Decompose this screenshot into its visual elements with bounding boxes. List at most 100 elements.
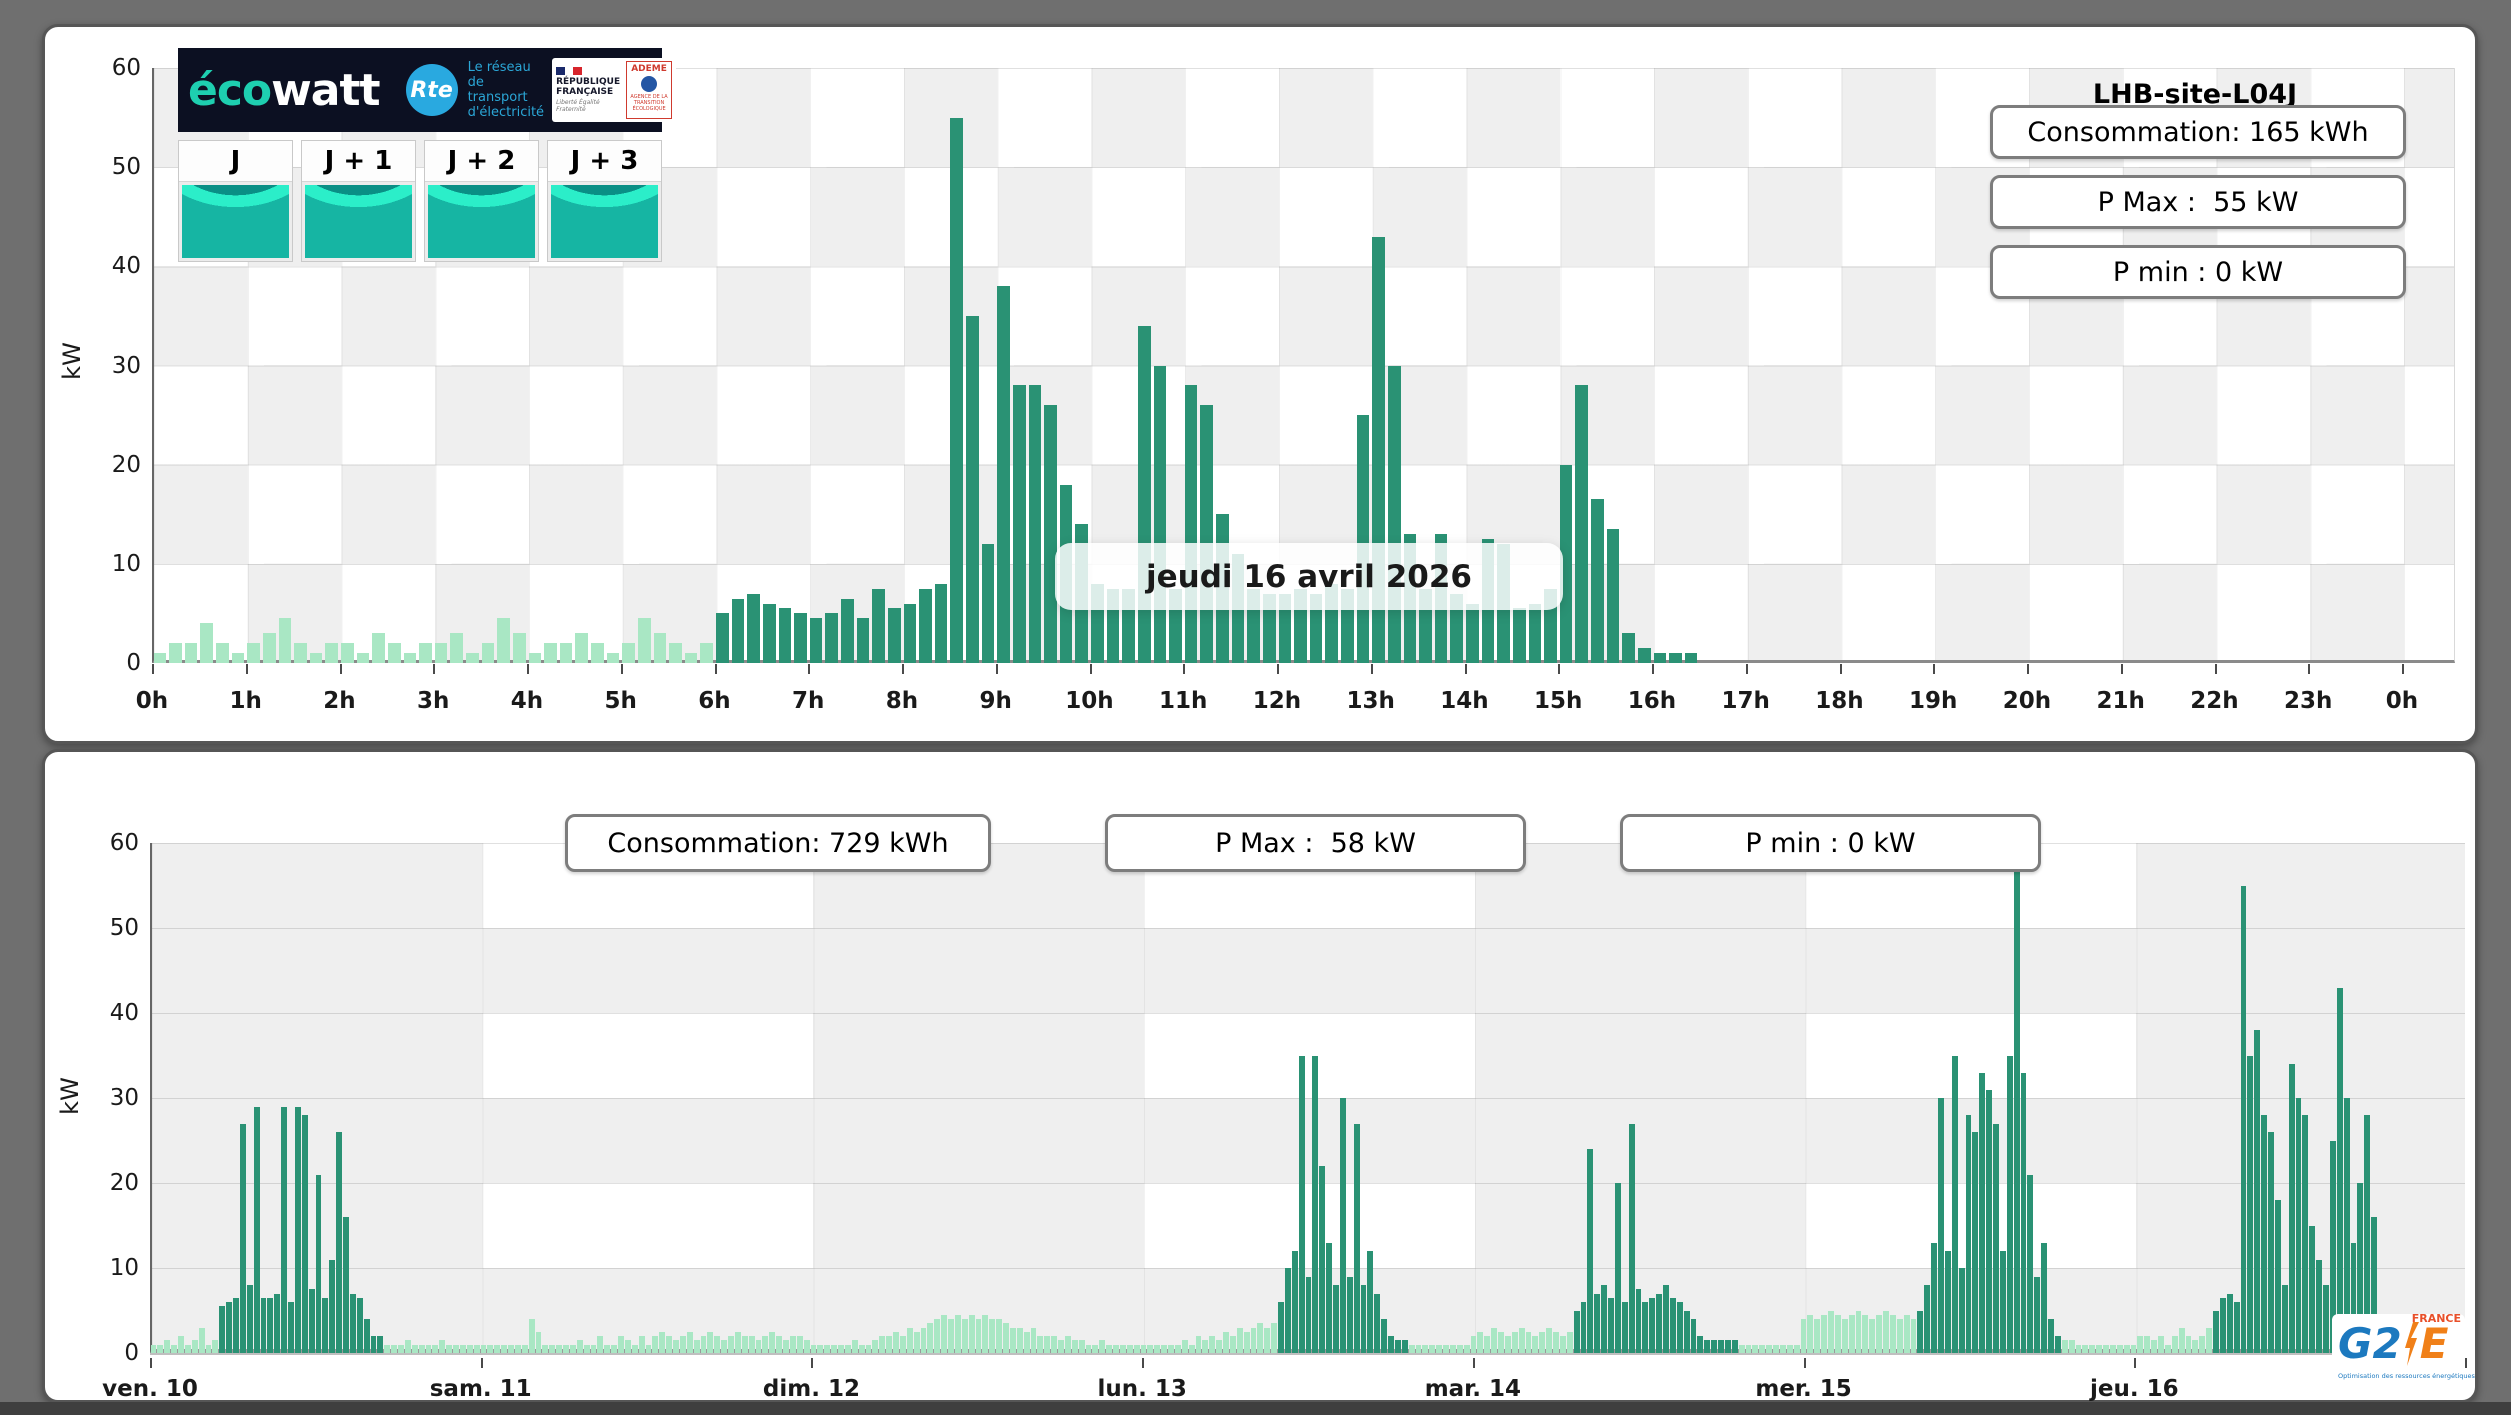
weekly-bar[interactable]: [2137, 1336, 2144, 1353]
weekly-bar[interactable]: [2302, 1115, 2309, 1353]
weekly-bar[interactable]: [1401, 1340, 1408, 1353]
weekly-bar[interactable]: [1772, 1344, 1780, 1353]
weekly-bar[interactable]: [239, 1123, 246, 1353]
daily-bar[interactable]: [230, 653, 246, 663]
weekly-bar[interactable]: [1133, 1344, 1140, 1353]
weekly-bar[interactable]: [1312, 1055, 1319, 1353]
weekly-bar[interactable]: [1786, 1344, 1793, 1353]
weekly-bar[interactable]: [858, 1344, 865, 1353]
weekly-bar[interactable]: [1738, 1344, 1745, 1353]
weekly-bar[interactable]: [2212, 1310, 2220, 1353]
weekly-bar[interactable]: [1181, 1340, 1188, 1353]
weekly-bar[interactable]: [590, 1344, 597, 1353]
weekly-bar[interactable]: [1332, 1285, 1340, 1353]
daily-bar[interactable]: [277, 618, 293, 663]
weekly-bar[interactable]: [2034, 1276, 2041, 1353]
weekly-bar[interactable]: [1222, 1331, 1230, 1353]
weekly-bar[interactable]: [1057, 1340, 1065, 1353]
daily-bar[interactable]: [1355, 415, 1371, 663]
weekly-bar[interactable]: [521, 1344, 528, 1353]
weekly-bar[interactable]: [879, 1336, 886, 1353]
weekly-bar[interactable]: [2322, 1285, 2330, 1353]
weekly-bar[interactable]: [1195, 1336, 1202, 1353]
weekly-bar[interactable]: [2123, 1344, 2130, 1353]
weekly-bar[interactable]: [1587, 1149, 1594, 1353]
weekly-bar[interactable]: [1044, 1336, 1051, 1353]
daily-bar[interactable]: [886, 608, 902, 663]
weekly-bar[interactable]: [507, 1344, 515, 1353]
weekly-bar[interactable]: [184, 1344, 191, 1353]
weekly-bar[interactable]: [1992, 1123, 2000, 1353]
weekly-bar[interactable]: [1779, 1344, 1786, 1353]
daily-bar[interactable]: [1183, 385, 1199, 663]
daily-bar[interactable]: [418, 643, 434, 663]
weekly-bar[interactable]: [2226, 1293, 2233, 1353]
weekly-bar[interactable]: [1876, 1314, 1883, 1353]
weekly-bar[interactable]: [1917, 1310, 1924, 1353]
weekly-bar[interactable]: [831, 1344, 838, 1353]
weekly-bar[interactable]: [164, 1340, 171, 1353]
daily-bar[interactable]: [496, 618, 512, 663]
weekly-bar[interactable]: [1580, 1302, 1587, 1353]
weekly-bar[interactable]: [941, 1314, 948, 1353]
weekly-bar[interactable]: [2240, 885, 2247, 1353]
weekly-bar[interactable]: [2116, 1344, 2123, 1353]
weekly-bar[interactable]: [432, 1344, 439, 1353]
weekly-bar[interactable]: [1119, 1344, 1126, 1353]
weekly-bar[interactable]: [322, 1297, 329, 1353]
weekly-bar[interactable]: [638, 1336, 645, 1353]
daily-bar[interactable]: [465, 653, 481, 663]
weekly-bar[interactable]: [370, 1336, 377, 1353]
weekly-bar[interactable]: [191, 1340, 198, 1353]
weekly-bar[interactable]: [851, 1340, 858, 1353]
weekly-bar[interactable]: [1944, 1251, 1951, 1353]
weekly-bar[interactable]: [679, 1336, 686, 1353]
weekly-bar[interactable]: [549, 1344, 556, 1353]
weekly-bar[interactable]: [1071, 1340, 1078, 1353]
weekly-bar[interactable]: [253, 1106, 260, 1353]
weekly-bar[interactable]: [762, 1336, 769, 1353]
weekly-bar[interactable]: [1188, 1344, 1195, 1353]
weekly-bar[interactable]: [1704, 1340, 1711, 1353]
daily-bar[interactable]: [730, 598, 746, 663]
daily-bar[interactable]: [871, 588, 887, 663]
weekly-bar[interactable]: [2041, 1242, 2048, 1353]
weekly-bar[interactable]: [198, 1327, 205, 1353]
weekly-bar[interactable]: [452, 1344, 460, 1353]
daily-bar[interactable]: [636, 618, 652, 663]
weekly-bar[interactable]: [2061, 1340, 2068, 1353]
weekly-bar[interactable]: [2288, 1064, 2295, 1353]
weekly-bar[interactable]: [1958, 1268, 1965, 1353]
weekly-bar[interactable]: [171, 1344, 178, 1353]
weekly-bar[interactable]: [1862, 1314, 1869, 1353]
daily-bar[interactable]: [668, 643, 684, 663]
daily-bar[interactable]: [1386, 365, 1402, 663]
daily-bar[interactable]: [1574, 385, 1590, 663]
weekly-bar[interactable]: [1834, 1314, 1841, 1353]
weekly-bar[interactable]: [1800, 1319, 1807, 1353]
weekly-bar[interactable]: [411, 1344, 418, 1353]
weekly-bar[interactable]: [2157, 1336, 2165, 1353]
weekly-bar[interactable]: [1491, 1327, 1498, 1353]
weekly-bar[interactable]: [1092, 1344, 1099, 1353]
weekly-bar[interactable]: [1477, 1331, 1484, 1353]
weekly-bar[interactable]: [2068, 1340, 2075, 1353]
weekly-bar[interactable]: [1972, 1132, 1979, 1353]
daily-bar[interactable]: [527, 653, 543, 663]
daily-bar[interactable]: [433, 643, 449, 663]
daily-bar[interactable]: [824, 613, 840, 663]
weekly-bar[interactable]: [1112, 1344, 1120, 1353]
weekly-bar[interactable]: [1552, 1331, 1560, 1353]
weekly-bar[interactable]: [631, 1344, 638, 1353]
weekly-bar[interactable]: [1099, 1340, 1106, 1353]
weekly-bar[interactable]: [1539, 1331, 1546, 1353]
weekly-bar[interactable]: [1525, 1331, 1532, 1353]
weekly-bar[interactable]: [2316, 1259, 2323, 1353]
weekly-bar[interactable]: [1442, 1344, 1450, 1353]
weekly-bar[interactable]: [2336, 987, 2343, 1353]
weekly-bar[interactable]: [1814, 1319, 1821, 1353]
weekly-bar[interactable]: [1360, 1285, 1367, 1353]
daily-bar[interactable]: [1136, 325, 1152, 663]
weekly-bar[interactable]: [913, 1331, 920, 1353]
daily-bar[interactable]: [699, 643, 715, 663]
